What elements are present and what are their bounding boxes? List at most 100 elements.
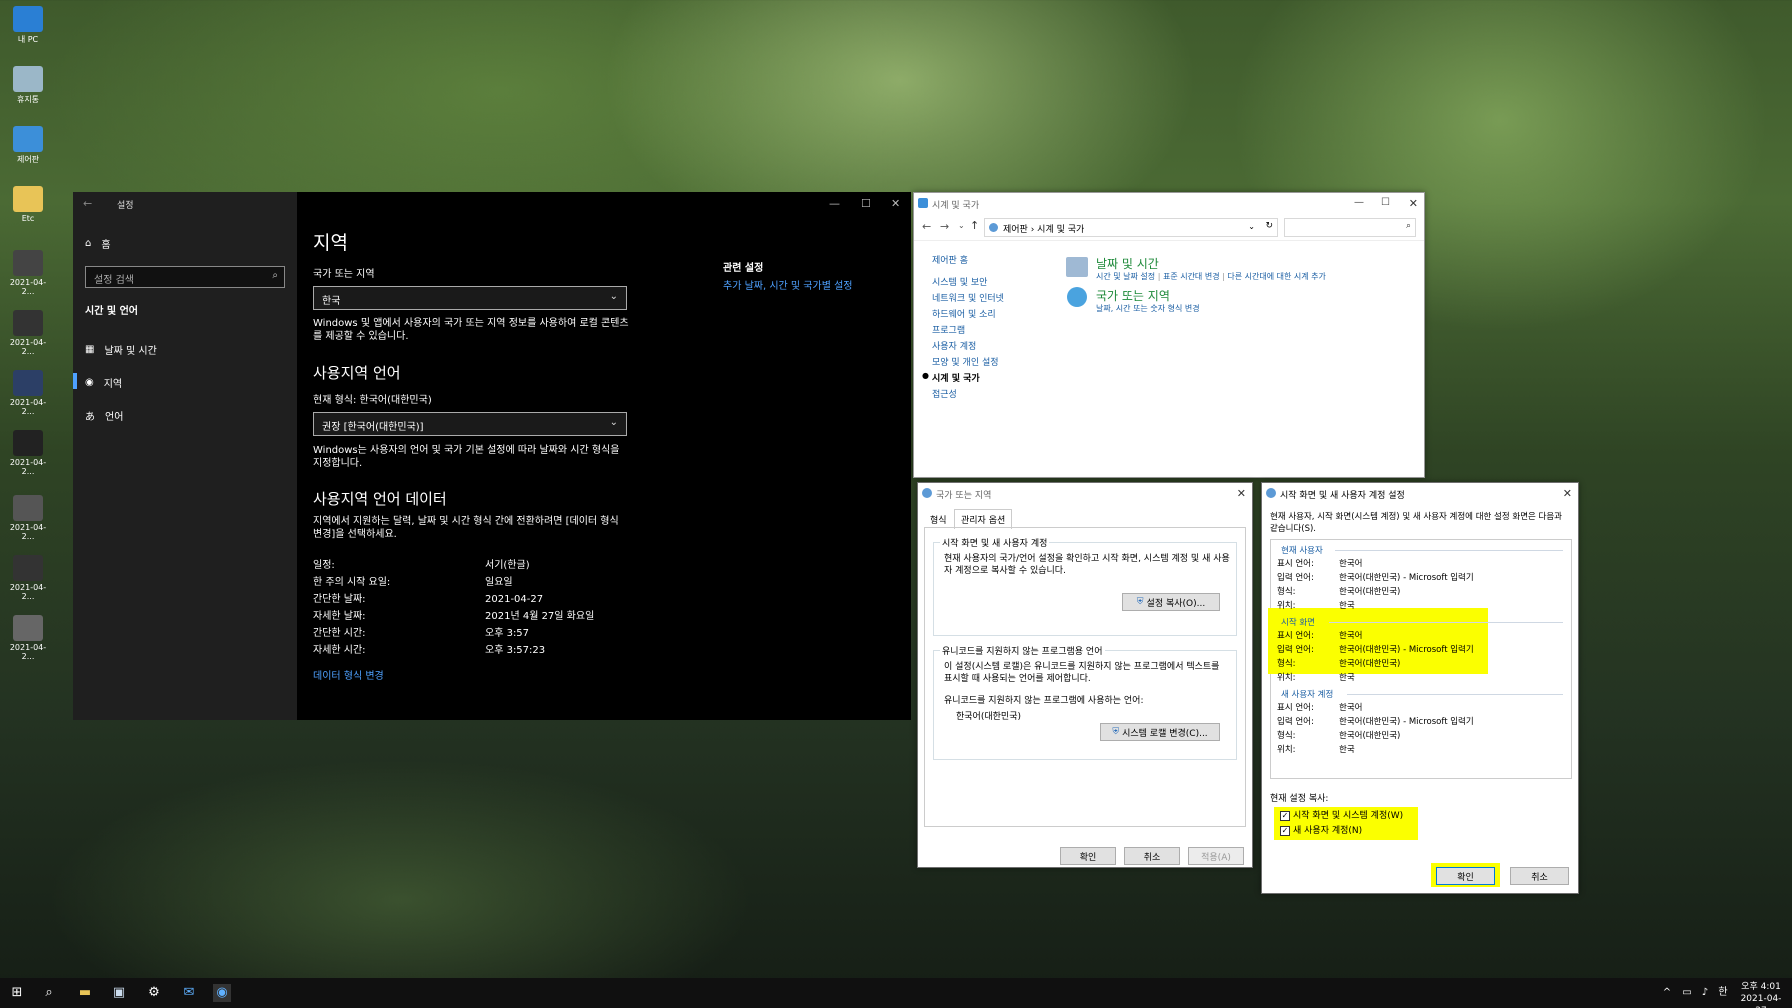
row-value: 한국어(대한민국) - Microsoft 입력기 xyxy=(1339,717,1474,727)
settings-main-pane: — ☐ ✕ 지역 국가 또는 지역 한국 ⌄ Windows 및 앱에서 사용자의… xyxy=(297,192,911,720)
change-system-locale-button[interactable]: ⛨ 시스템 로캘 변경(C)... xyxy=(1100,723,1220,741)
date-time-title[interactable]: 날짜 및 시간 xyxy=(1096,255,1159,272)
settings-search-input[interactable]: 설정 검색 ⌕ xyxy=(85,266,285,288)
row-label: 표시 언어: xyxy=(1277,559,1314,569)
desktop-icon-etc[interactable]: Etc xyxy=(6,186,50,223)
row-value: 한국어(대한민국) xyxy=(1339,659,1401,669)
cancel-button[interactable]: 취소 xyxy=(1124,847,1180,865)
cp-category[interactable]: 네트워크 및 인터넷 xyxy=(932,291,1004,304)
nav-home[interactable]: ⌂ 홈 xyxy=(85,236,111,251)
section-divider xyxy=(1335,550,1563,551)
nav-section-title: 시간 및 언어 xyxy=(85,306,138,317)
desktop-icon-screenshot[interactable]: 2021-04-2... xyxy=(6,615,50,661)
cp-home-link[interactable]: 제어판 홈 xyxy=(932,253,968,266)
chevron-down-icon[interactable]: ⌄ xyxy=(1248,222,1255,231)
cp-category[interactable]: 접근성 xyxy=(932,387,957,400)
desktop-icon-control-panel[interactable]: 제어판 xyxy=(6,126,50,165)
settings-nav-pane: ← 설정 ⌂ 홈 설정 검색 ⌕ 시간 및 언어 ▦ 날짜 및 시간 ◉ 지역 あ 언어 xyxy=(73,192,297,720)
desktop-icon-screenshot[interactable]: 2021-04-2... xyxy=(6,250,50,296)
set-time-link[interactable]: 시간 및 날짜 설정 xyxy=(1096,272,1155,281)
tab-format[interactable]: 형식 xyxy=(926,511,951,528)
search-icon[interactable]: ⌕ xyxy=(40,984,58,1002)
cp-category[interactable]: 사용자 계정 xyxy=(932,339,976,352)
apply-button[interactable]: 적용(A) xyxy=(1188,847,1244,865)
region-dialog-titlebar: 국가 또는 지역 ✕ xyxy=(918,483,1252,505)
cp-category[interactable]: 모양 및 개인 설정 xyxy=(932,355,999,368)
cp-category[interactable]: 하드웨어 및 소리 xyxy=(932,307,996,320)
control-panel-taskbar-icon[interactable]: ◉ xyxy=(213,984,231,1002)
nav-item-date-time[interactable]: ▦ 날짜 및 시간 xyxy=(85,342,157,357)
row-label: 형식: xyxy=(1277,659,1296,669)
country-dropdown[interactable]: 한국 ⌄ xyxy=(313,286,627,310)
desktop-icon-screenshot[interactable]: 2021-04-2... xyxy=(6,370,50,416)
nav-item-language[interactable]: あ 언어 xyxy=(85,408,123,423)
volume-icon[interactable]: ♪ xyxy=(1698,984,1712,1002)
control-panel-search-input[interactable]: ⌕ xyxy=(1284,218,1416,237)
history-dropdown-icon[interactable]: ⌄ xyxy=(958,221,965,230)
tab-admin[interactable]: 관리자 옵션 xyxy=(954,509,1013,529)
up-arrow-icon[interactable]: ↑ xyxy=(970,219,979,232)
maximize-button[interactable]: ☐ xyxy=(861,197,871,210)
row-label: 입력 언어: xyxy=(1277,573,1314,583)
back-arrow-icon[interactable]: ← xyxy=(83,197,92,210)
address-toolbar: ← → ⌄ ↑ 제어판 › 시계 및 국가 ⌄ ↻ ⌕ xyxy=(914,215,1424,241)
data-row-value: 오후 3:57:23 xyxy=(485,645,546,656)
refresh-icon[interactable]: ↻ xyxy=(1265,221,1273,231)
ok-button[interactable]: 확인 xyxy=(1060,847,1116,865)
format-dropdown[interactable]: 권장 [한국어(대한민국)] ⌄ xyxy=(313,412,627,436)
close-button[interactable]: ✕ xyxy=(1409,197,1418,210)
cancel-button[interactable]: 취소 xyxy=(1510,867,1569,885)
active-bullet-icon: ● xyxy=(922,371,929,380)
network-icon[interactable]: ▭ xyxy=(1680,984,1694,1002)
minimize-button[interactable]: — xyxy=(829,197,840,210)
file-explorer-icon[interactable]: ▬ xyxy=(76,984,94,1002)
cp-category-active[interactable]: 시계 및 국가 xyxy=(932,371,980,384)
country-description: Windows 및 앱에서 사용자의 국가 또는 지역 정보를 사용하여 로컬 … xyxy=(313,318,629,342)
desktop-icon-recycle-bin[interactable]: 휴지통 xyxy=(6,66,50,105)
mail-icon[interactable]: ✉ xyxy=(180,984,198,1002)
desktop-icon-screenshot[interactable]: 2021-04-2... xyxy=(6,555,50,601)
back-arrow-icon[interactable]: ← xyxy=(922,220,931,233)
change-data-format-link[interactable]: 데이터 형식 변경 xyxy=(313,670,384,683)
add-clock-link[interactable]: 다른 시간대에 대한 시계 추가 xyxy=(1227,272,1326,281)
forward-arrow-icon[interactable]: → xyxy=(940,220,949,233)
cp-category[interactable]: 시스템 및 보안 xyxy=(932,275,987,288)
address-bar[interactable]: 제어판 › 시계 및 국가 ⌄ ↻ xyxy=(984,218,1278,237)
windows-start-icon[interactable]: ⊞ xyxy=(8,984,26,1002)
maximize-button[interactable]: ☐ xyxy=(1381,197,1390,208)
change-format-link[interactable]: 날짜, 시간 또는 숫자 형식 변경 xyxy=(1096,303,1200,314)
data-row-label: 자세한 날짜: xyxy=(313,611,366,622)
row-value: 한국 xyxy=(1339,673,1355,683)
data-row-label: 자세한 시간: xyxy=(313,645,366,656)
change-timezone-link[interactable]: 표준 시간대 변경 xyxy=(1163,272,1220,281)
row-label: 위치: xyxy=(1277,745,1296,755)
ime-icon[interactable]: 한 xyxy=(1716,984,1730,1002)
close-button[interactable]: ✕ xyxy=(1563,487,1572,500)
cp-category[interactable]: 프로그램 xyxy=(932,323,965,336)
checkbox-start-screen[interactable]: ✓ 시작 화면 및 시스템 계정(W) xyxy=(1280,810,1403,822)
close-button[interactable]: ✕ xyxy=(1237,487,1246,500)
welcome-dialog-description: 현재 사용자, 시작 화면(시스템 계정) 및 새 사용자 계정에 대한 설정 … xyxy=(1270,512,1563,534)
minimize-button[interactable]: — xyxy=(1354,197,1364,208)
copy-settings-button[interactable]: ⛨ 설정 복사(O)... xyxy=(1122,593,1220,611)
checkbox-check-icon: ✓ xyxy=(1280,825,1290,836)
tray-chevron-icon[interactable]: ^ xyxy=(1660,984,1674,1002)
globe-icon xyxy=(1266,488,1276,498)
desktop-icon-screenshot[interactable]: 2021-04-2... xyxy=(6,310,50,356)
desktop-icon-screenshot[interactable]: 2021-04-2... xyxy=(6,430,50,476)
taskbar: ⊞ ⌕ ▬ ▣ ⚙ ✉ ◉ ^ ▭ ♪ 한 오후 4:01 2021-04-27 xyxy=(0,978,1792,1008)
related-settings-heading: 관련 설정 xyxy=(723,263,764,274)
computer-icon xyxy=(13,6,43,32)
settings-gear-icon[interactable]: ⚙ xyxy=(145,984,163,1002)
store-icon[interactable]: ▣ xyxy=(110,984,128,1002)
taskbar-clock[interactable]: 오후 4:01 2021-04-27 xyxy=(1736,981,1786,1008)
desktop-icon-screenshot[interactable]: 2021-04-2... xyxy=(6,495,50,541)
region-title[interactable]: 국가 또는 지역 xyxy=(1096,287,1170,304)
close-button[interactable]: ✕ xyxy=(891,197,900,210)
checkbox-new-user[interactable]: ✓ 새 사용자 계정(N) xyxy=(1280,825,1362,837)
related-settings-link[interactable]: 추가 날짜, 시간 및 국가별 설정 xyxy=(723,280,852,293)
control-panel-icon xyxy=(13,126,43,152)
ok-button[interactable]: 확인 xyxy=(1436,867,1495,885)
desktop-icon-this-pc[interactable]: 내 PC xyxy=(6,6,50,45)
nav-item-region[interactable]: ◉ 지역 xyxy=(85,375,122,390)
